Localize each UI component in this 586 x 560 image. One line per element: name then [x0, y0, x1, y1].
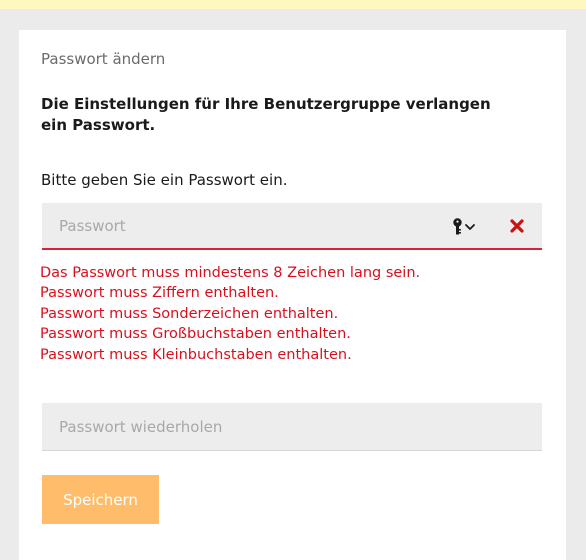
chevron-down-icon	[465, 224, 475, 230]
change-password-panel: Passwort ändern Die Einstellungen für Ih…	[19, 30, 566, 560]
save-button[interactable]: Speichern	[42, 475, 159, 524]
error-message: Passwort muss Kleinbuchstaben enthalten.	[40, 346, 352, 363]
password-visibility-toggle[interactable]	[452, 217, 484, 237]
error-message: Passwort muss Sonderzeichen enthalten.	[40, 305, 339, 322]
password-input[interactable]	[42, 203, 442, 248]
password-errors: Das Passwort muss mindestens 8 Zeichen l…	[40, 263, 420, 365]
close-icon	[510, 219, 524, 233]
error-message: Das Passwort muss mindestens 8 Zeichen l…	[40, 265, 421, 281]
clear-password-button[interactable]	[509, 218, 525, 234]
repeat-password-input[interactable]	[42, 403, 442, 450]
instruction-text: Bitte geben Sie ein Passwort ein.	[41, 171, 288, 189]
password-field	[42, 203, 542, 250]
policy-headline: Die Einstellungen für Ihre Benutzergrupp…	[41, 95, 491, 134]
repeat-password-field	[42, 403, 542, 451]
key-icon	[453, 218, 475, 235]
error-message: Passwort muss Ziffern enthalten.	[40, 285, 279, 302]
error-message: Passwort muss Großbuchstaben enthalten.	[40, 326, 351, 343]
notification-banner	[0, 0, 586, 9]
panel-title: Passwort ändern	[41, 50, 166, 68]
